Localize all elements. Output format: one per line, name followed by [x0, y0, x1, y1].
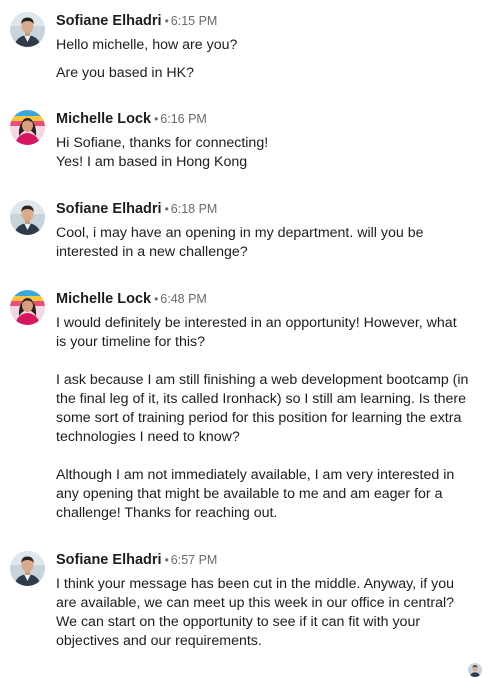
message-text: Hello michelle, how are you?	[56, 37, 238, 53]
separator-dot: •	[154, 292, 159, 306]
message-text: Although I am not immediately available,…	[56, 467, 455, 521]
sender-avatar[interactable]	[10, 110, 45, 145]
message-header: Sofiane Elhadri • 6:18 PM	[56, 198, 217, 220]
message-timestamp: 6:15 PM	[170, 14, 218, 28]
man-avatar-icon	[10, 12, 45, 47]
message-timestamp: 6:57 PM	[170, 553, 218, 567]
woman-avatar-icon	[10, 110, 45, 145]
woman-avatar-icon	[10, 290, 45, 325]
message-header: Sofiane Elhadri • 6:57 PM	[56, 549, 217, 571]
separator-dot: •	[164, 202, 169, 216]
sender-name[interactable]: Sofiane Elhadri	[56, 201, 162, 217]
sender-name[interactable]: Sofiane Elhadri	[56, 552, 162, 568]
read-receipt-avatar	[468, 663, 482, 677]
separator-dot: •	[154, 112, 159, 126]
message-text: I ask because I am still finishing a web…	[56, 372, 469, 445]
sender-avatar[interactable]	[10, 12, 45, 47]
separator-dot: •	[164, 553, 169, 567]
message-header: Michelle Lock • 6:48 PM	[56, 288, 207, 310]
sender-avatar[interactable]	[10, 290, 45, 325]
message-timestamp: 6:18 PM	[170, 202, 218, 216]
man-avatar-icon	[10, 200, 45, 235]
sender-avatar[interactable]	[10, 551, 45, 586]
message-text: I would definitely be interested in an o…	[56, 315, 457, 350]
sender-name[interactable]: Michelle Lock	[56, 291, 151, 307]
message-timestamp: 6:16 PM	[160, 112, 207, 126]
man-avatar-icon	[468, 663, 482, 677]
message-timestamp: 6:48 PM	[160, 292, 207, 306]
message-text: Hi Sofiane, thanks for connecting! Yes! …	[56, 135, 269, 170]
sender-name[interactable]: Sofiane Elhadri	[56, 13, 162, 29]
man-avatar-icon	[10, 551, 45, 586]
message-header: Michelle Lock • 6:16 PM	[56, 108, 207, 130]
sender-name[interactable]: Michelle Lock	[56, 111, 151, 127]
separator-dot: •	[164, 14, 169, 28]
sender-avatar[interactable]	[10, 200, 45, 235]
message-text: Are you based in HK?	[56, 65, 195, 81]
message-text: I think your message has been cut in the…	[56, 576, 454, 649]
message-header: Sofiane Elhadri • 6:15 PM	[56, 10, 217, 32]
message-text: Cool, i may have an opening in my depart…	[56, 225, 424, 260]
